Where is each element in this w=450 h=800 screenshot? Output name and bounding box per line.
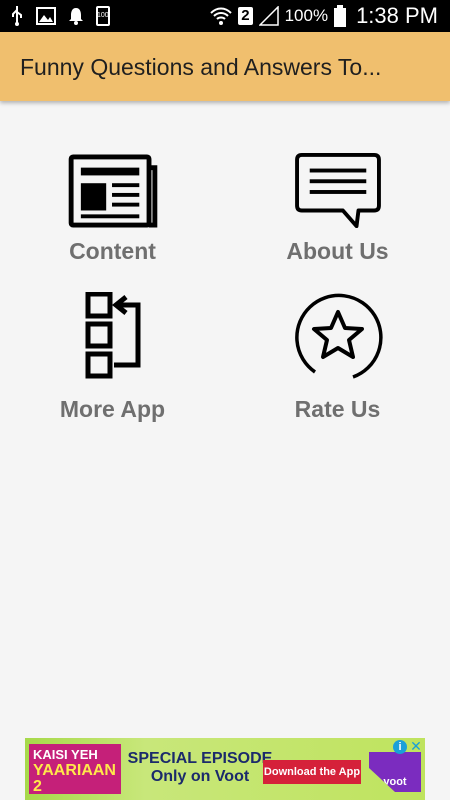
newspaper-icon [68,154,158,228]
battery-percent: 100% [284,6,329,25]
menu-item-rate-us[interactable]: Rate Us [225,292,450,442]
ad-banner[interactable]: KAISI YEH YAARIAAN 2 SPECIAL EPISODE Onl… [25,738,425,800]
ad-info-icon[interactable]: i [393,740,407,754]
app-title: Funny Questions and Answers To... [20,54,382,80]
battery-saver-icon: 100 [96,6,110,26]
chat-bubble-icon [295,152,381,229]
sim-badge: 2 [238,7,253,25]
status-bar-left: 100 [10,6,110,26]
menu-item-content[interactable]: Content [0,150,225,300]
menu-item-rate-us-label: Rate Us [294,396,381,422]
ad-headline-line1: SPECIAL EPISODE [127,750,273,767]
usb-icon [12,6,22,26]
battery-saver-text: 100 [97,12,109,19]
ad-brand-line1: KAISI YEH [33,747,98,762]
ad-brand-line2: YAARIAAN 2 [33,762,116,795]
ad-headline-line2: Only on Voot [150,768,250,785]
image-icon [36,7,56,25]
clock: 1:38 PM [356,3,438,28]
ad-show-logo: KAISI YEH YAARIAAN 2 [29,744,121,795]
signal-icon [258,6,279,26]
ad-headline: SPECIAL EPISODE Only on Voot [125,750,275,786]
menu-item-content-label: Content [69,238,156,264]
app-bar: Funny Questions and Answers To... [0,32,450,101]
battery-icon [334,5,347,27]
more-apps-icon [85,292,141,379]
status-bar-right: 2 100% 1:38 PM [210,4,438,28]
menu-item-about-us[interactable]: About Us [225,150,450,300]
notification-bell-icon [69,8,83,25]
star-circle-icon [295,293,383,379]
wifi-icon [210,7,232,25]
status-bar: 100 2 100% 1:38 PM [0,0,450,32]
menu-item-about-us-label: About Us [286,238,389,264]
menu-item-more-app[interactable]: More App [0,292,225,442]
menu-item-more-app-label: More App [59,396,166,422]
ad-close-icon[interactable]: ✕ [409,738,423,754]
ad-download-button[interactable]: Download the App [263,760,361,784]
